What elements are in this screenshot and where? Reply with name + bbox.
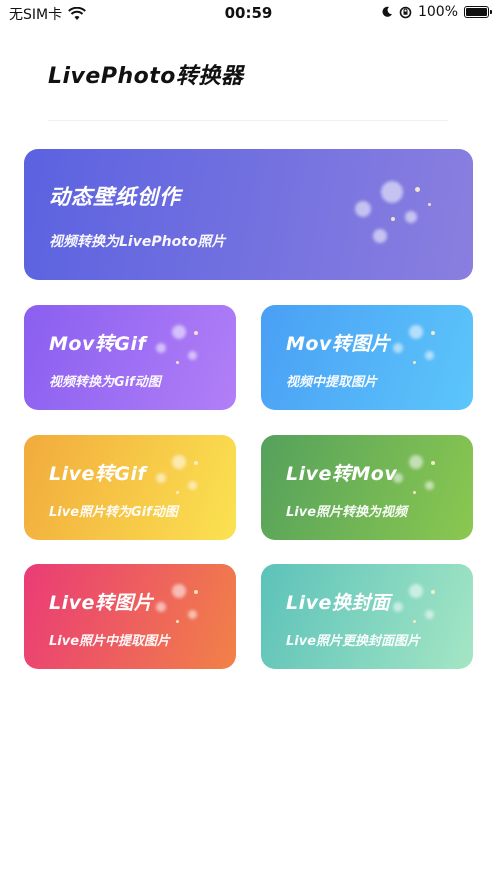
- tile-subtitle: 视频中提取图片: [286, 375, 378, 390]
- bokeh-decoration: [391, 319, 461, 379]
- orientation-lock-icon: [399, 6, 412, 18]
- tile-subtitle: Live照片转换为视频: [286, 505, 408, 520]
- tile-subtitle: Live照片更换封面图片: [286, 634, 421, 649]
- header-divider: [48, 120, 448, 121]
- tile-live-to-gif[interactable]: Live转Gif Live照片转为Gif动图: [24, 435, 236, 540]
- battery-fill: [466, 8, 487, 16]
- tile-mov-to-gif[interactable]: Mov转Gif 视频转换为Gif动图: [24, 305, 236, 410]
- tile-live-change-cover[interactable]: Live换封面 Live照片更换封面图片: [261, 564, 473, 669]
- hero-subtitle: 视频转换为LivePhoto照片: [49, 234, 226, 250]
- hero-card-live-wallpaper[interactable]: 动态壁纸创作 视频转换为LivePhoto照片: [24, 149, 473, 280]
- bokeh-decoration: [391, 578, 461, 638]
- moon-icon: [382, 6, 392, 17]
- status-right: 100%: [381, 4, 492, 20]
- bokeh-decoration: [391, 449, 461, 509]
- tile-live-to-mov[interactable]: Live转Mov Live照片转换为视频: [261, 435, 473, 540]
- tile-title: Live转Mov: [286, 463, 398, 485]
- bokeh-decoration: [154, 578, 224, 638]
- tile-mov-to-image[interactable]: Mov转图片 视频中提取图片: [261, 305, 473, 410]
- tile-title: Mov转图片: [286, 333, 391, 355]
- tile-title: Mov转Gif: [49, 333, 147, 355]
- bokeh-decoration: [154, 449, 224, 509]
- tile-live-to-image[interactable]: Live转图片 Live照片中提取图片: [24, 564, 236, 669]
- tile-title: Live换封面: [286, 592, 391, 614]
- tile-subtitle: 视频转换为Gif动图: [49, 375, 161, 390]
- tile-subtitle: Live照片转为Gif动图: [49, 505, 178, 520]
- bokeh-decoration: [154, 319, 224, 379]
- bokeh-decoration: [343, 167, 453, 257]
- page-title: LivePhoto转换器: [48, 64, 244, 89]
- tile-title: Live转图片: [49, 592, 154, 614]
- battery-icon: [464, 6, 492, 18]
- tile-title: Live转Gif: [49, 463, 147, 485]
- status-bar: 无SIM卡 00:59 100%: [0, 0, 497, 26]
- tile-subtitle: Live照片中提取图片: [49, 634, 171, 649]
- hero-title: 动态壁纸创作: [49, 185, 181, 209]
- battery-percent: 100%: [417, 4, 458, 20]
